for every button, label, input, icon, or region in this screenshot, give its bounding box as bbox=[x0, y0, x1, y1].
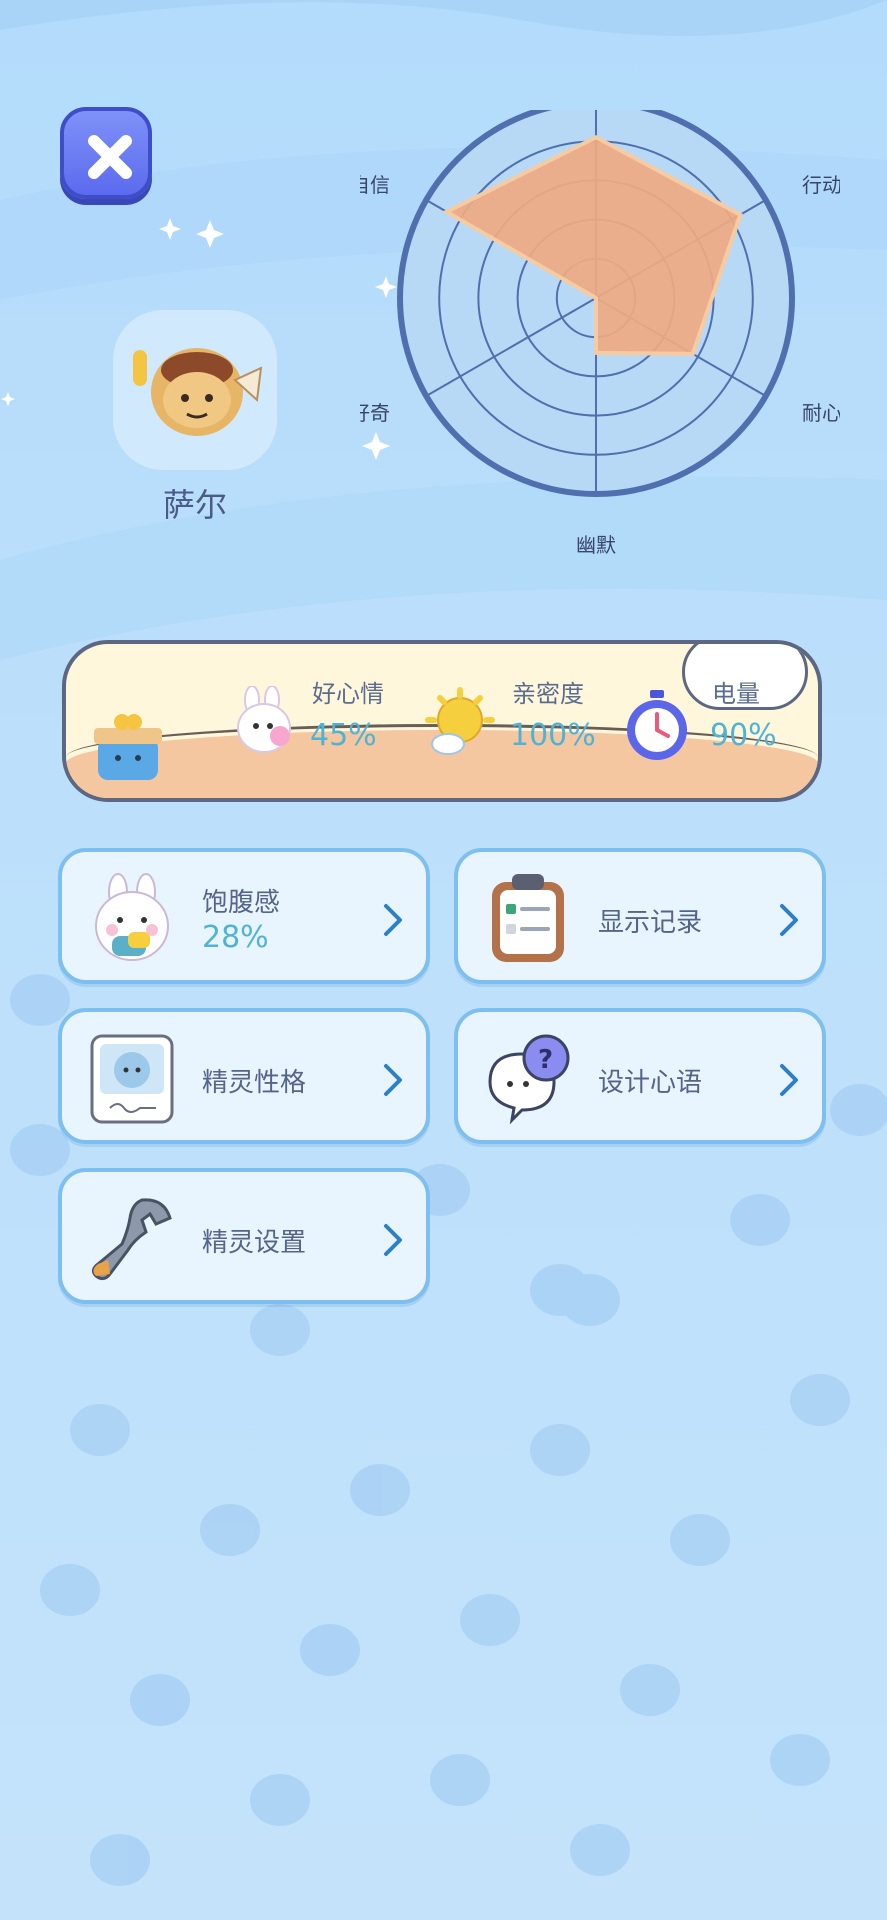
fullness-value: 28% bbox=[202, 920, 269, 955]
fullness-card[interactable]: 饱腹感 28% bbox=[58, 848, 430, 984]
bunny-icon bbox=[237, 686, 291, 753]
chevron-right-icon bbox=[384, 1064, 402, 1096]
battery-value: 90% bbox=[710, 718, 777, 753]
svg-text:?: ? bbox=[538, 1045, 553, 1075]
clipboard-icon bbox=[492, 874, 564, 962]
radar-axis-label: 耐心 bbox=[802, 401, 840, 425]
chevron-right-icon bbox=[780, 904, 798, 936]
radar-axis-label: 自信 bbox=[360, 173, 390, 197]
settings-label: 精灵设置 bbox=[202, 1228, 307, 1258]
status-panel: 好心情 45% 亲密度 100% 电量 90% bbox=[62, 640, 822, 802]
intimacy-label: 亲密度 bbox=[512, 680, 584, 708]
chevron-right-icon bbox=[384, 1224, 402, 1256]
gift-box-icon bbox=[94, 714, 162, 780]
records-card[interactable]: 显示记录 bbox=[454, 848, 826, 984]
close-icon bbox=[88, 135, 132, 179]
chevron-right-icon bbox=[780, 1064, 798, 1096]
mood-label: 好心情 bbox=[312, 680, 384, 708]
design-notes-card[interactable]: ? 设计心语 bbox=[454, 1008, 826, 1144]
mood-value: 45% bbox=[310, 718, 377, 753]
pet-avatar[interactable] bbox=[113, 310, 277, 470]
records-label: 显示记录 bbox=[598, 908, 703, 938]
design-notes-label: 设计心语 bbox=[598, 1068, 703, 1098]
stopwatch-icon bbox=[627, 690, 687, 760]
personality-card[interactable]: 精灵性格 bbox=[58, 1008, 430, 1144]
battery-label: 电量 bbox=[712, 680, 760, 708]
id-card-icon bbox=[90, 1034, 174, 1124]
pastry-mascot-avatar bbox=[133, 348, 263, 436]
personality-label: 精灵性格 bbox=[202, 1068, 307, 1098]
radar-axis-label: 幽默 bbox=[576, 533, 616, 557]
question-bubble-icon: ? bbox=[488, 1034, 570, 1125]
settings-card[interactable]: 精灵设置 bbox=[58, 1168, 430, 1304]
radar-axis-label: 好奇 bbox=[360, 401, 390, 425]
wrench-icon bbox=[91, 1198, 172, 1281]
radar-axis-label: 行动力 bbox=[802, 173, 840, 197]
close-button[interactable] bbox=[60, 107, 152, 199]
pet-name: 萨尔 bbox=[162, 486, 227, 524]
personality-radar-chart: 社交行动力耐心幽默好奇自信 bbox=[360, 110, 840, 557]
sun-icon bbox=[425, 687, 495, 755]
bunny-eating-icon bbox=[95, 873, 169, 961]
fullness-label: 饱腹感 bbox=[202, 888, 281, 918]
intimacy-value: 100% bbox=[510, 718, 596, 753]
chevron-right-icon bbox=[384, 904, 402, 936]
